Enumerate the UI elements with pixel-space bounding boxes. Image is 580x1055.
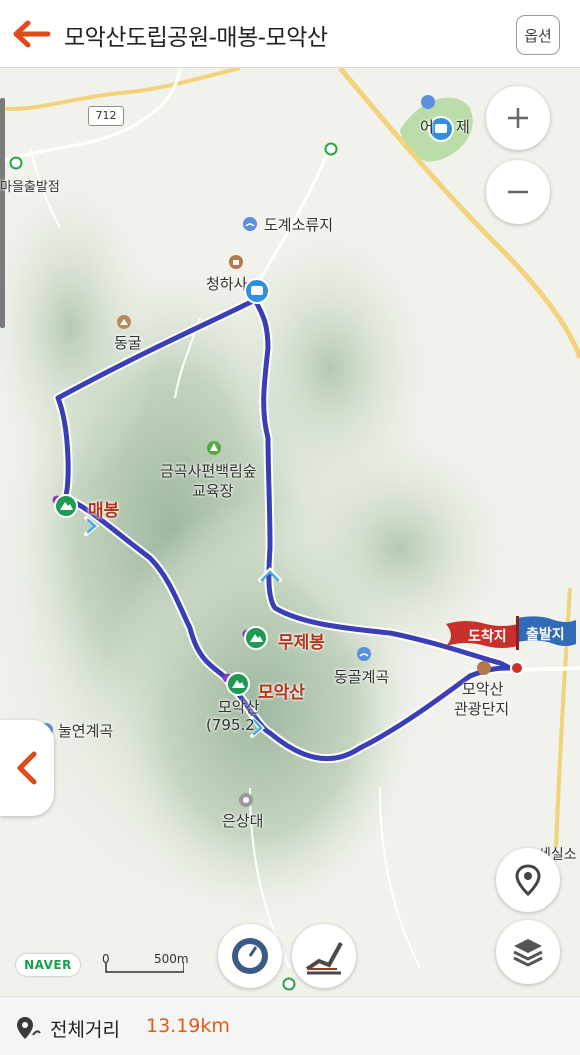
layers-button[interactable]	[496, 920, 560, 984]
cave-label: 동굴	[114, 334, 142, 352]
peak-maebong-label: 매봉	[88, 501, 120, 521]
valley-donggol-label: 동골계곡	[334, 668, 390, 686]
compass-button[interactable]	[218, 924, 282, 988]
map-label-edge-top2: 제	[456, 118, 470, 136]
layers-icon	[513, 939, 543, 967]
map-label-edge-top: 어	[420, 118, 434, 136]
forest-label-2: 교육장	[192, 482, 234, 500]
departure-flag-label: 출발지	[526, 627, 565, 643]
elevation-icon	[305, 942, 343, 975]
chevron-left-icon	[17, 751, 37, 785]
valley-icon	[356, 646, 372, 666]
options-button[interactable]: 옵션	[516, 15, 560, 55]
zoom-out-button[interactable]	[486, 160, 550, 224]
tourist-icon	[476, 660, 492, 680]
peak-mujebong-label: 무제봉	[278, 633, 325, 653]
app-header: 모악산도립공원-매봉-모악산 옵션	[0, 0, 580, 68]
departure-flag[interactable]: 출발지	[514, 614, 576, 652]
route-point-icon	[324, 141, 338, 160]
forest-icon	[206, 440, 222, 460]
mountain-icon	[54, 494, 78, 522]
side-panel-toggle[interactable]	[0, 720, 54, 816]
temple-icon	[228, 254, 244, 274]
location-pin-icon	[515, 864, 541, 896]
cave-icon	[116, 314, 132, 334]
scale-label: 500m	[154, 952, 189, 966]
reservoir-icon	[242, 216, 258, 236]
location-button[interactable]	[496, 848, 560, 912]
distance-value: 13.19km	[146, 1015, 230, 1037]
zoom-in-button[interactable]	[486, 86, 550, 150]
back-button[interactable]	[8, 14, 54, 54]
distance-label: 전체거리	[50, 1019, 120, 1041]
bus-stop-icon	[244, 278, 270, 308]
road-number-badge: 712	[88, 106, 124, 126]
village-start-label: 마을출발점	[0, 180, 60, 195]
mountain-icon	[244, 626, 268, 654]
distance-bar: 전체거리 13.19km	[0, 996, 580, 1055]
side-handle	[0, 98, 5, 328]
arrival-flag-label: 도착지	[468, 629, 507, 645]
peak-moaksan-label: 모악산	[258, 683, 305, 703]
tourist-label-1: 모악산	[462, 680, 504, 698]
valley-nulyeon-label: 눌연계곡	[58, 722, 114, 740]
tourist-label-2: 관광단지	[454, 700, 510, 718]
elevation-button[interactable]	[292, 924, 356, 988]
plus-icon	[508, 108, 528, 128]
moaksan-name-label: 모악산	[218, 698, 260, 716]
page-title: 모악산도립공원-매봉-모악산	[64, 25, 328, 51]
eunsangdae-label: 은상대	[222, 812, 264, 830]
route-map[interactable]: 712 마을출발점 도계소류지 청하사 어 제 동굴 금곡사편백림숲 교육장 매…	[0, 68, 580, 996]
arrow-left-icon	[13, 20, 51, 48]
moaksan-height-label: (795.2	[206, 716, 255, 734]
temple-label: 청하사	[206, 275, 248, 293]
naver-logo: NAVER	[16, 954, 80, 976]
facility-icon	[420, 94, 436, 114]
reservoir-label: 도계소류지	[264, 216, 334, 234]
minus-icon	[508, 190, 528, 194]
route-point-icon	[9, 155, 23, 174]
forest-label-1: 금곡사편백림숲	[160, 462, 257, 480]
arrival-flag[interactable]: 도착지	[446, 620, 518, 650]
place-icon	[238, 792, 254, 812]
route-pin-icon	[17, 1017, 41, 1039]
route-point-icon	[282, 976, 296, 995]
speedometer-icon	[232, 938, 268, 974]
